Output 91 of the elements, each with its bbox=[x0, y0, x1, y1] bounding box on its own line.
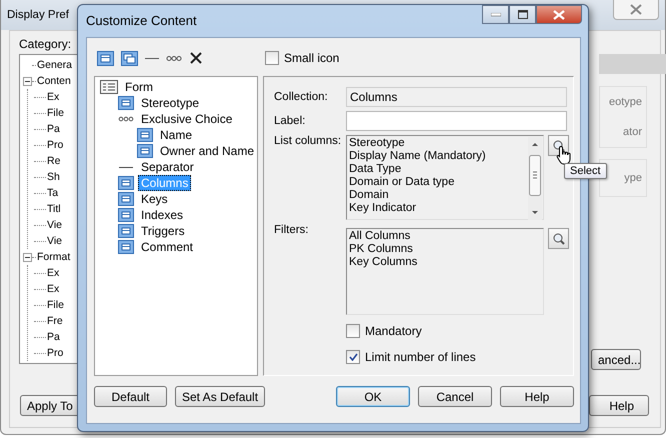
list-item[interactable]: Key Indicator bbox=[349, 202, 525, 215]
tree-item[interactable]: Conten bbox=[37, 75, 71, 87]
tree-item[interactable]: Re bbox=[47, 155, 60, 167]
tree-item[interactable]: Comment bbox=[138, 239, 196, 255]
select-button[interactable] bbox=[548, 228, 569, 249]
tree-item[interactable]: Ex bbox=[47, 91, 60, 103]
filters-label: Filters: bbox=[274, 224, 310, 236]
category-label: Category: bbox=[19, 37, 72, 51]
tree-item[interactable]: Owner and Name bbox=[156, 143, 257, 159]
attribute-icon bbox=[118, 192, 134, 206]
tree-item[interactable]: File bbox=[47, 107, 64, 119]
checkbox[interactable] bbox=[265, 51, 279, 65]
option-label: ator bbox=[623, 126, 643, 138]
dialog-button[interactable]: Set As Default bbox=[175, 386, 266, 407]
tree-item[interactable]: Ex bbox=[47, 283, 60, 295]
hand-cursor-icon bbox=[556, 145, 572, 165]
checkbox-label: Mandatory bbox=[365, 324, 422, 338]
collection-field: Columns bbox=[346, 87, 567, 107]
tooltip: Select bbox=[564, 163, 607, 179]
tree-item[interactable]: Pa bbox=[47, 123, 60, 135]
attribute-icon bbox=[118, 208, 134, 222]
add-attribute-icon[interactable] bbox=[97, 50, 114, 66]
checkbox-label: Limit number of lines bbox=[365, 350, 476, 364]
list-item[interactable]: Key Columns bbox=[349, 256, 541, 269]
maximize-icon bbox=[518, 10, 528, 19]
close-icon bbox=[630, 4, 642, 15]
delete-icon[interactable] bbox=[189, 50, 203, 64]
attribute-icon bbox=[118, 96, 134, 110]
tree-item[interactable]: Exclusive Choice bbox=[138, 111, 236, 127]
separator-icon bbox=[119, 166, 133, 168]
tree-item[interactable]: Pro bbox=[47, 347, 64, 359]
tree-item[interactable]: Name bbox=[157, 127, 196, 143]
separator-icon[interactable] bbox=[145, 56, 159, 60]
tree-item[interactable]: File bbox=[47, 299, 64, 311]
label-label: Label: bbox=[274, 115, 306, 127]
tree-item[interactable]: Titl bbox=[47, 203, 61, 215]
collapse-toggle[interactable] bbox=[23, 252, 32, 262]
attribute-icon bbox=[137, 128, 153, 142]
close-icon bbox=[553, 10, 565, 20]
tree-item[interactable]: Vie bbox=[47, 219, 62, 231]
tree-item[interactable]: Stereotype bbox=[138, 95, 202, 111]
tree-item[interactable]: Sh bbox=[47, 171, 60, 183]
tree-item[interactable]: Ex bbox=[47, 267, 60, 279]
option-label: eotype bbox=[608, 96, 643, 108]
dialog-button[interactable]: Default bbox=[94, 386, 167, 407]
minimize-icon bbox=[490, 12, 500, 16]
checkbox-label: Small icon bbox=[284, 51, 340, 65]
list-item[interactable]: PK Columns bbox=[349, 243, 541, 256]
dialog-button[interactable]: Help bbox=[500, 386, 574, 407]
tree-item[interactable]: Ta bbox=[47, 187, 58, 199]
collection-label: Collection: bbox=[274, 91, 329, 103]
option-label: ype bbox=[624, 172, 643, 184]
advanced-button[interactable]: anced... bbox=[591, 349, 641, 370]
tree-item[interactable]: Format bbox=[37, 251, 70, 263]
attribute-icon bbox=[137, 144, 153, 158]
form-icon bbox=[100, 80, 118, 94]
checkbox[interactable] bbox=[346, 350, 360, 364]
tree-item[interactable]: Separator bbox=[138, 159, 197, 175]
list-columns-label: List columns: bbox=[274, 135, 342, 147]
list-item[interactable]: Domain or Data type bbox=[349, 176, 525, 189]
attribute-icon bbox=[118, 240, 134, 254]
list-item[interactable]: Stereotype bbox=[349, 137, 525, 150]
add-list-icon[interactable] bbox=[121, 50, 138, 66]
close-button[interactable] bbox=[536, 5, 582, 24]
collapse-toggle[interactable] bbox=[23, 76, 32, 86]
tree-item[interactable]: Triggers bbox=[138, 223, 188, 239]
label-field[interactable] bbox=[346, 111, 567, 131]
tree-item[interactable]: Keys bbox=[138, 191, 171, 207]
attribute-icon bbox=[118, 176, 134, 190]
dialog-button[interactable]: OK bbox=[336, 386, 410, 407]
close-button[interactable] bbox=[613, 0, 659, 20]
list-item[interactable]: Display Name (Mandatory) bbox=[349, 150, 525, 163]
tree-item[interactable]: Pro bbox=[47, 139, 64, 151]
list-item[interactable]: Domain bbox=[349, 189, 525, 202]
dialog-title: Customize Content bbox=[86, 13, 197, 28]
list-item[interactable]: All Columns bbox=[349, 230, 541, 243]
tree-item[interactable]: Vie bbox=[47, 235, 62, 247]
list-item[interactable]: Data Type bbox=[349, 163, 525, 176]
help-button[interactable]: Help bbox=[589, 395, 649, 416]
search-icon bbox=[552, 232, 565, 245]
tree-item[interactable]: Pa bbox=[47, 331, 60, 343]
dialog-button[interactable]: Cancel bbox=[418, 386, 492, 407]
maximize-button[interactable] bbox=[509, 5, 536, 24]
checkbox[interactable] bbox=[346, 324, 360, 338]
tree-item[interactable]: Form bbox=[122, 79, 156, 95]
tree-item[interactable]: Indexes bbox=[138, 207, 186, 223]
window-title: Display Pref bbox=[7, 9, 69, 21]
tree-item[interactable]: Genera bbox=[37, 59, 72, 71]
tree-item[interactable]: Fre bbox=[47, 315, 63, 327]
minimize-button[interactable] bbox=[482, 5, 509, 24]
attribute-icon bbox=[118, 224, 134, 238]
